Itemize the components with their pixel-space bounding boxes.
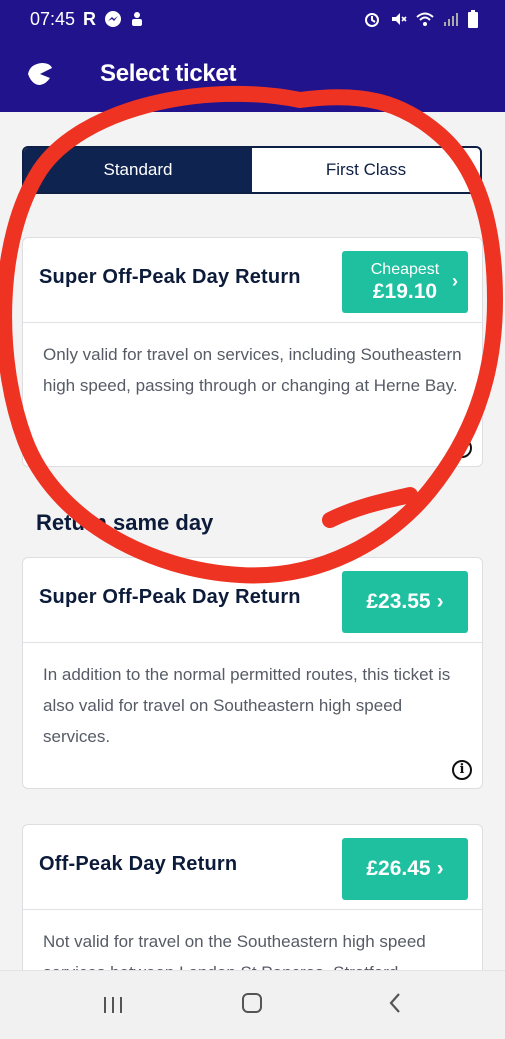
ticket-description: In addition to the normal permitted rout… bbox=[43, 665, 451, 746]
ticket-name: Off-Peak Day Return bbox=[39, 853, 238, 875]
alarm-icon bbox=[365, 13, 379, 27]
status-bar: 07:45 R bbox=[0, 0, 505, 38]
ticket-description: Only valid for travel on services, inclu… bbox=[43, 345, 462, 395]
ticket-card-header: Super Off-Peak Day Return £23.55 › bbox=[23, 558, 482, 643]
status-right bbox=[363, 10, 479, 28]
ticket-card[interactable]: Super Off-Peak Day Return £23.55 › In ad… bbox=[22, 557, 483, 789]
chevron-right-icon: › bbox=[436, 857, 444, 880]
tab-standard[interactable]: Standard bbox=[24, 148, 252, 192]
info-icon[interactable]: i bbox=[452, 438, 472, 458]
cheapest-badge: Cheapest bbox=[370, 260, 440, 278]
cheapest-ticket-card[interactable]: Super Off-Peak Day Return Cheapest £19.1… bbox=[22, 237, 483, 467]
app-bar: Select ticket bbox=[0, 38, 505, 112]
home-icon[interactable] bbox=[242, 993, 262, 1013]
app-logo-icon[interactable] bbox=[24, 58, 56, 90]
page-title: Select ticket bbox=[100, 60, 237, 87]
ticket-name: Super Off-Peak Day Return bbox=[39, 586, 301, 608]
signal-icon bbox=[444, 13, 458, 26]
battery-icon bbox=[468, 10, 478, 28]
status-time: 07:45 bbox=[30, 8, 76, 29]
status-left: 07:45 R bbox=[30, 9, 144, 30]
ticket-card-header: Super Off-Peak Day Return Cheapest £19.1… bbox=[23, 238, 482, 323]
chevron-right-icon: › bbox=[452, 271, 458, 291]
back-icon[interactable] bbox=[386, 991, 404, 1015]
ticket-name: Super Off-Peak Day Return bbox=[39, 266, 301, 288]
messenger-icon bbox=[105, 11, 122, 27]
tab-first-class[interactable]: First Class bbox=[252, 148, 480, 192]
recent-apps-icon[interactable] bbox=[102, 995, 124, 1015]
section-title: Return same day bbox=[36, 510, 214, 535]
ticket-price: £26.45 bbox=[366, 857, 431, 880]
price-button[interactable]: £26.45 › bbox=[342, 838, 468, 900]
cheapest-price-button[interactable]: Cheapest £19.10 › bbox=[342, 251, 468, 313]
system-nav-bar bbox=[0, 970, 505, 1039]
ticket-price: £23.55 bbox=[366, 590, 431, 613]
chevron-right-icon: › bbox=[436, 590, 444, 613]
ticket-card-header: Off-Peak Day Return £26.45 › bbox=[23, 825, 482, 910]
wifi-icon bbox=[416, 12, 434, 26]
notification-icon bbox=[132, 12, 143, 26]
r-icon: R bbox=[83, 8, 97, 29]
ticket-class-toggle: Standard First Class bbox=[22, 146, 482, 194]
ticket-price: £19.10 bbox=[372, 279, 438, 303]
info-icon[interactable]: i bbox=[452, 760, 472, 780]
mute-icon bbox=[392, 13, 407, 25]
price-button[interactable]: £23.55 › bbox=[342, 571, 468, 633]
